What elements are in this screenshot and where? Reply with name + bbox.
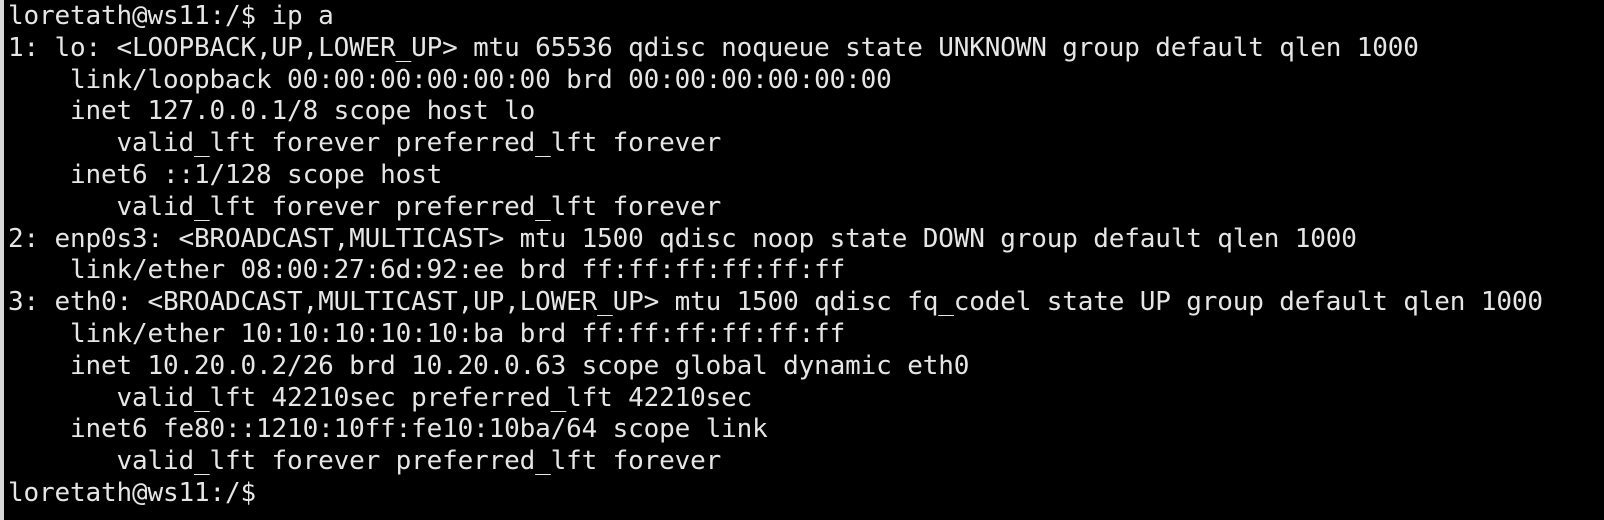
output-line: 2: enp0s3: <BROADCAST,MULTICAST> mtu 150… xyxy=(8,223,1357,254)
prompt-text: loretath@ws11:/$ xyxy=(8,477,257,508)
terminal-output[interactable]: loretath@ws11:/$ ip a 1: lo: <LOOPBACK,U… xyxy=(8,1,1604,520)
output-line: valid_lft forever preferred_lft forever xyxy=(8,191,722,222)
output-line: link/loopback 00:00:00:00:00:00 brd 00:0… xyxy=(8,64,892,95)
output-line: inet6 fe80::1210:10ff:fe10:10ba/64 scope… xyxy=(8,414,768,445)
output-line: link/ether 10:10:10:10:10:ba brd ff:ff:f… xyxy=(8,318,846,349)
output-line: inet 127.0.0.1/8 scope host lo xyxy=(8,96,536,127)
output-line: 1: lo: <LOOPBACK,UP,LOWER_UP> mtu 65536 … xyxy=(8,32,1419,63)
output-line: inet6 ::1/128 scope host xyxy=(8,159,443,190)
command-line: loretath@ws11:/$ ip a xyxy=(8,1,334,31)
output-line: link/ether 08:00:27:6d:92:ee brd ff:ff:f… xyxy=(8,255,846,286)
output-line: valid_lft forever preferred_lft forever xyxy=(8,446,722,477)
command-prompt[interactable]: loretath@ws11:/$ xyxy=(8,478,1604,510)
terminal-window[interactable]: loretath@ws11:/$ ip a 1: lo: <LOOPBACK,U… xyxy=(0,0,1604,520)
output-line: valid_lft forever preferred_lft forever xyxy=(8,128,722,159)
output-line: valid_lft 42210sec preferred_lft 42210se… xyxy=(8,382,753,413)
output-line: 3: eth0: <BROADCAST,MULTICAST,UP,LOWER_U… xyxy=(8,287,1543,318)
output-line: inet 10.20.0.2/26 brd 10.20.0.63 scope g… xyxy=(8,350,970,381)
